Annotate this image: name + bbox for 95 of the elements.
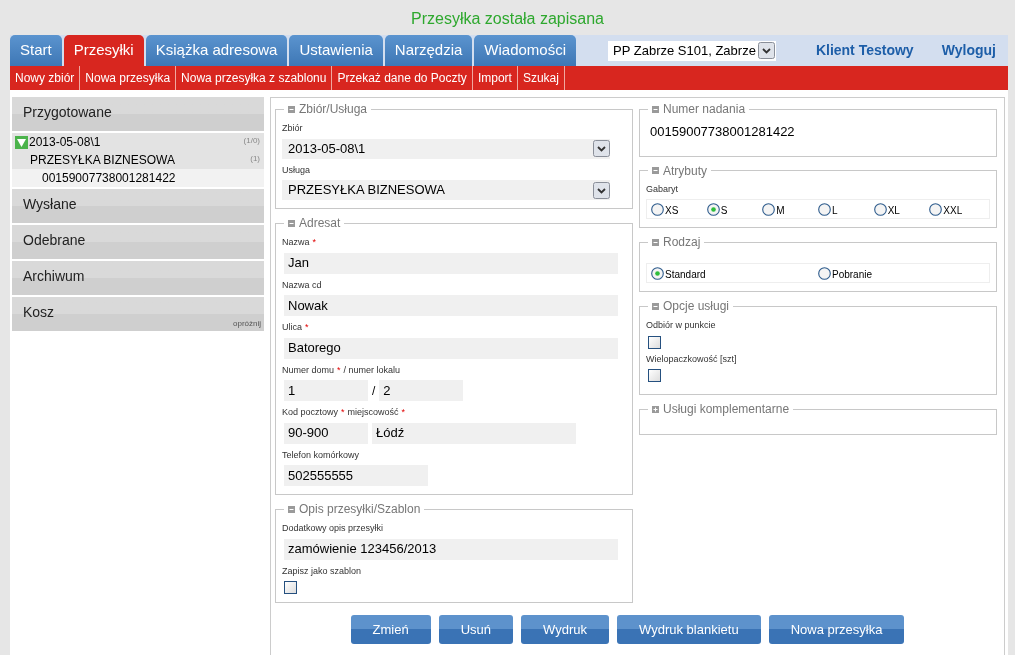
expand-triangle-icon[interactable]: [15, 135, 28, 149]
collapse-icon[interactable]: [288, 105, 295, 113]
nav-tab[interactable]: Książka adresowa: [145, 35, 288, 66]
input-field[interactable]: Jan: [284, 252, 618, 274]
field-label: / numer lokalu: [343, 363, 401, 377]
required-mark: *: [341, 406, 345, 419]
sidebar-section[interactable]: Wysłane: [12, 189, 264, 223]
action-button[interactable]: Usuń: [438, 615, 514, 644]
radio-button[interactable]: [929, 202, 943, 216]
collapse-icon[interactable]: [652, 167, 659, 174]
field-label: Usługa: [282, 163, 310, 177]
checkbox[interactable]: [284, 581, 297, 594]
sidebar-section[interactable]: Przygotowane: [12, 97, 264, 131]
tree-item[interactable]: PRZESYŁKA BIZNESOWA (1): [12, 151, 264, 169]
section-title: Opis przesyłki/Szablon: [299, 501, 421, 518]
input-field[interactable]: 2: [379, 380, 464, 401]
field-label: Ulica: [282, 321, 302, 334]
field-label: Numer domu: [282, 363, 335, 377]
section-title: Usługi komplementarne: [663, 401, 790, 418]
sidebar-section[interactable]: Odebrane: [12, 225, 264, 259]
radio-button[interactable]: [706, 202, 720, 216]
radio-label: XS: [665, 204, 679, 218]
section-title: Adresat: [299, 215, 341, 232]
section-title: Zbiór/Usługa: [299, 101, 368, 118]
action-button[interactable]: Wydruk blankietu: [617, 615, 761, 644]
field-label: Odbiór w punkcie: [646, 319, 716, 332]
field-label: Wielopaczkowość [szt]: [646, 352, 737, 366]
field-label: Zapisz jako szablon: [282, 564, 362, 578]
tracking-number: 00159007738001281422: [649, 123, 796, 141]
section-title: Opcje usługi: [663, 298, 730, 315]
collapse-icon[interactable]: [288, 219, 295, 227]
tree-item[interactable]: 00159007738001281422: [12, 169, 264, 187]
required-mark: *: [305, 321, 309, 334]
location-dropdown[interactable]: PP Zabrze S101, Zabrze: [608, 40, 776, 61]
radio-button[interactable]: [818, 266, 831, 280]
field-label: miejscowość: [347, 406, 399, 419]
empty-trash-link[interactable]: opróżnij: [233, 318, 261, 330]
action-button[interactable]: Wydruk: [521, 615, 610, 644]
dropdown[interactable]: 2013-05-08\1: [282, 138, 610, 159]
radio-label: L: [832, 204, 838, 218]
required-mark: *: [312, 236, 317, 249]
collapse-icon[interactable]: [288, 505, 295, 513]
sidebar-section[interactable]: Archiwum: [12, 261, 264, 295]
input-field[interactable]: 1: [284, 380, 368, 401]
section-title: Numer nadania: [663, 101, 746, 118]
radio-label: Pobranie: [832, 268, 873, 282]
nav-tab[interactable]: Narzędzia: [384, 35, 473, 66]
input-field[interactable]: Łódź: [372, 422, 576, 444]
action-button[interactable]: Zmień: [350, 615, 431, 644]
nav-tab[interactable]: Start: [10, 35, 62, 66]
checkbox[interactable]: [648, 369, 661, 382]
section-title: Rodzaj: [663, 234, 701, 251]
section-title: Atrybuty: [663, 162, 707, 180]
separator-text: /: [372, 382, 376, 400]
collapse-icon[interactable]: [652, 302, 659, 310]
required-mark: *: [337, 363, 341, 377]
logout-link[interactable]: Wyloguj: [941, 40, 996, 61]
field-label: Dodatkowy opis przesyłki: [282, 522, 384, 535]
radio-button[interactable]: [762, 202, 776, 216]
field-label: Telefon komórkowy: [282, 448, 360, 462]
checkbox[interactable]: [648, 335, 661, 349]
status-message: Przesyłka została zapisana: [411, 9, 604, 29]
expand-icon[interactable]: [652, 405, 659, 413]
radio-label: Standard: [665, 268, 706, 282]
field-label: Gabaryt: [646, 182, 678, 196]
action-button[interactable]: Nowa przesyłka: [768, 615, 905, 644]
collapse-icon[interactable]: [652, 238, 659, 246]
radio-button[interactable]: [651, 266, 664, 280]
field-label: Kod pocztowy: [282, 406, 339, 419]
field-label: Nazwa: [282, 236, 310, 249]
input-field[interactable]: 502555555: [284, 465, 428, 486]
field-label: Zbiór: [282, 122, 303, 135]
user-name-link[interactable]: Klient Testowy: [815, 40, 914, 61]
required-mark: *: [401, 406, 406, 419]
input-field[interactable]: Batorego: [284, 337, 618, 359]
field-label: Nazwa cd: [282, 278, 322, 292]
dropdown[interactable]: PRZESYŁKA BIZNESOWA: [282, 180, 610, 200]
radio-label: XXL: [943, 204, 963, 218]
radio-button[interactable]: [651, 202, 664, 216]
count-text: (1): [250, 153, 260, 165]
input-field[interactable]: Nowak: [284, 295, 618, 316]
collapse-icon[interactable]: [652, 105, 659, 113]
radio-label: S: [720, 204, 728, 218]
nav-tab[interactable]: Ustawienia: [289, 35, 383, 66]
radio-label: XL: [887, 204, 900, 218]
input-field[interactable]: 90-900: [284, 422, 368, 444]
count-text: (1/0): [243, 135, 260, 147]
radio-label: M: [776, 204, 785, 218]
radio-button[interactable]: [818, 202, 831, 216]
tree-item[interactable]: 2013-05-08\1 (1/0): [12, 133, 264, 151]
sidebar-section[interactable]: Kosz opróżnij: [12, 297, 264, 331]
nav-tab[interactable]: Przesyłki: [63, 35, 144, 66]
radio-button[interactable]: [873, 202, 887, 216]
input-field[interactable]: zamówienie 123456/2013: [284, 538, 618, 560]
nav-tab[interactable]: Wiadomości: [474, 35, 577, 66]
